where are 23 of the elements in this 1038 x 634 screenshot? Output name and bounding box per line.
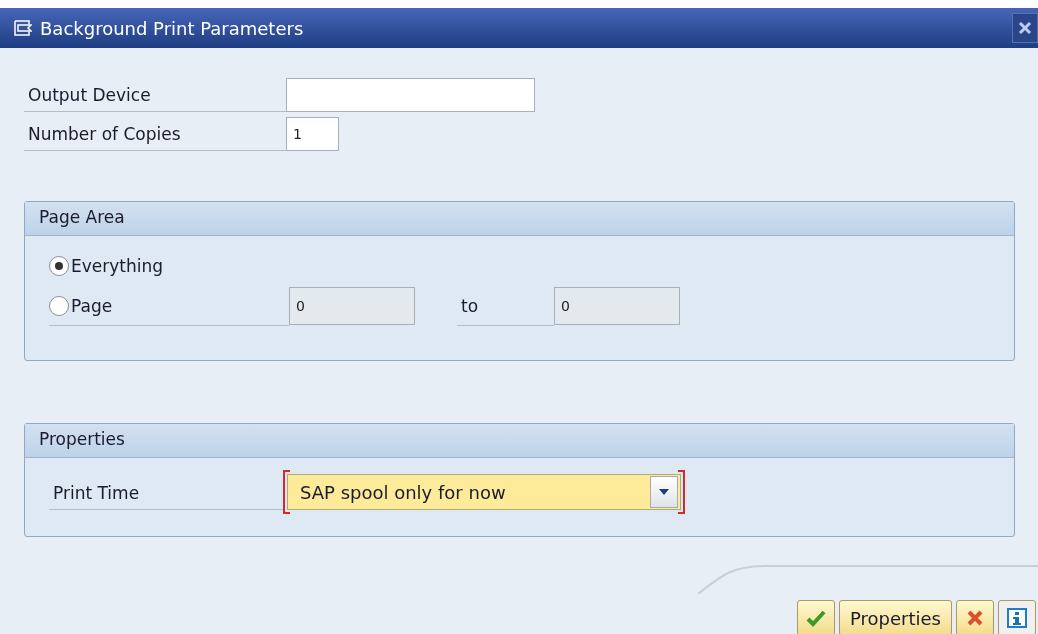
radio-option[interactable]: Everything <box>49 246 289 286</box>
group-title: Page Area <box>25 202 1014 236</box>
dropdown-field[interactable]: SAP spool only for now <box>287 474 681 510</box>
cancel-icon <box>966 609 984 627</box>
close-button[interactable] <box>1012 13 1038 43</box>
window-title: Background Print Parameters <box>40 17 304 39</box>
radio-option[interactable]: Page <box>49 286 289 326</box>
page-from-field[interactable]: 0 <box>289 287 415 325</box>
dialog-icon <box>14 20 32 36</box>
input-field[interactable] <box>286 77 535 112</box>
radio-button[interactable] <box>49 256 69 276</box>
input-field[interactable]: 1 <box>286 116 339 151</box>
confirm-button[interactable] <box>797 600 836 634</box>
group-title: Properties <box>25 424 1014 458</box>
page-to-field[interactable]: 0 <box>554 287 680 325</box>
radio-button[interactable] <box>49 295 69 316</box>
info-icon <box>1007 608 1027 628</box>
close-icon <box>1018 21 1032 35</box>
field-label: Print Time <box>49 474 283 510</box>
properties-button[interactable]: Properties <box>839 600 952 634</box>
cancel-button[interactable] <box>956 600 994 634</box>
info-button[interactable] <box>998 600 1036 634</box>
checkmark-icon <box>806 609 827 627</box>
